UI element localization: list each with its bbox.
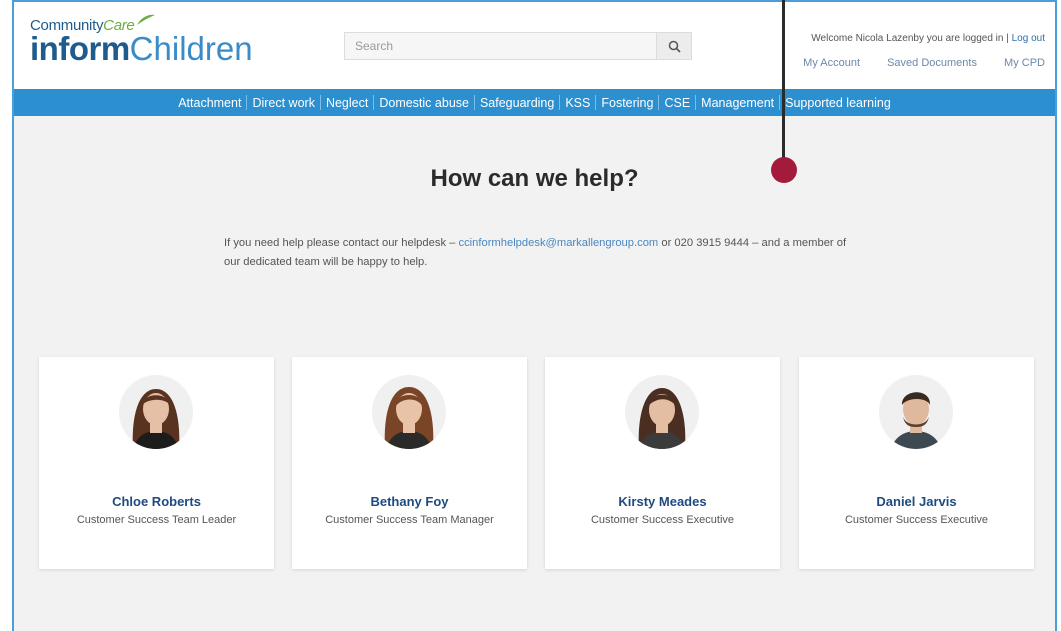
team-member-role: Customer Success Team Manager <box>325 514 494 526</box>
nav-management[interactable]: Management <box>696 96 779 110</box>
avatar <box>625 375 699 449</box>
nav-fostering[interactable]: Fostering <box>596 96 658 110</box>
inform-children-wordmark: informChildren <box>30 30 253 67</box>
nav-kss[interactable]: KSS <box>560 96 595 110</box>
callout-pointer-dot <box>771 157 797 183</box>
site-logo[interactable]: CommunityCare informChildren <box>30 14 253 67</box>
team-member-name: Kirsty Meades <box>618 494 707 509</box>
team-card: Kirsty Meades Customer Success Executive <box>545 357 780 569</box>
avatar <box>879 375 953 449</box>
portrait-image <box>891 392 941 449</box>
help-text: If you need help please contact our help… <box>224 237 847 268</box>
my-account-link[interactable]: My Account <box>803 57 860 69</box>
team-member-role: Customer Success Executive <box>844 514 989 526</box>
nav-direct-work[interactable]: Direct work <box>247 96 320 110</box>
team-member-name: Chloe Roberts <box>112 494 201 509</box>
nav-attachment[interactable]: Attachment <box>173 96 246 110</box>
page-title: How can we help? <box>430 165 639 192</box>
team-member-name: Bethany Foy <box>370 494 449 509</box>
team-card: Daniel Jarvis Customer Success Executive <box>799 357 1034 569</box>
team-card: Bethany Foy Customer Success Team Manage… <box>292 357 527 569</box>
main-nav: Attachment Direct work Neglect Domestic … <box>14 89 1055 116</box>
browser-frame: CommunityCare informChildren Welcome Nic… <box>12 0 1057 631</box>
team-member-name: Daniel Jarvis <box>876 494 957 509</box>
saved-documents-link[interactable]: Saved Documents <box>887 57 977 69</box>
nav-safeguarding[interactable]: Safeguarding <box>475 96 559 110</box>
welcome-message: Welcome Nicola Lazenby you are logged in… <box>811 33 1045 44</box>
portrait-image <box>638 388 686 449</box>
helpdesk-email-link[interactable]: ccinformhelpdesk@markallengroup.com <box>458 237 658 249</box>
callout-pointer-line <box>782 0 785 163</box>
my-cpd-link[interactable]: My CPD <box>1004 57 1045 69</box>
team-member-role: Customer Success Executive <box>590 514 735 526</box>
search-button[interactable] <box>656 33 691 59</box>
avatar <box>119 375 193 449</box>
account-links: My Account Saved Documents My CPD <box>779 57 1045 69</box>
team-member-role: Customer Success Team Leader <box>76 514 237 526</box>
nav-cse[interactable]: CSE <box>659 96 695 110</box>
search-input[interactable] <box>345 33 665 59</box>
site-header: CommunityCare informChildren Welcome Nic… <box>14 2 1055 89</box>
nav-domestic-abuse[interactable]: Domestic abuse <box>374 96 474 110</box>
nav-neglect[interactable]: Neglect <box>321 96 373 110</box>
team-card: Chloe Roberts Customer Success Team Lead… <box>39 357 274 569</box>
leaf-icon <box>137 14 156 25</box>
avatar <box>372 375 446 449</box>
search-box <box>344 32 692 60</box>
nav-supported-learning[interactable]: Supported learning <box>780 96 896 110</box>
logout-link[interactable]: Log out <box>1012 33 1045 44</box>
portrait-image <box>384 387 434 449</box>
portrait-image <box>132 389 180 449</box>
search-icon <box>668 40 681 53</box>
